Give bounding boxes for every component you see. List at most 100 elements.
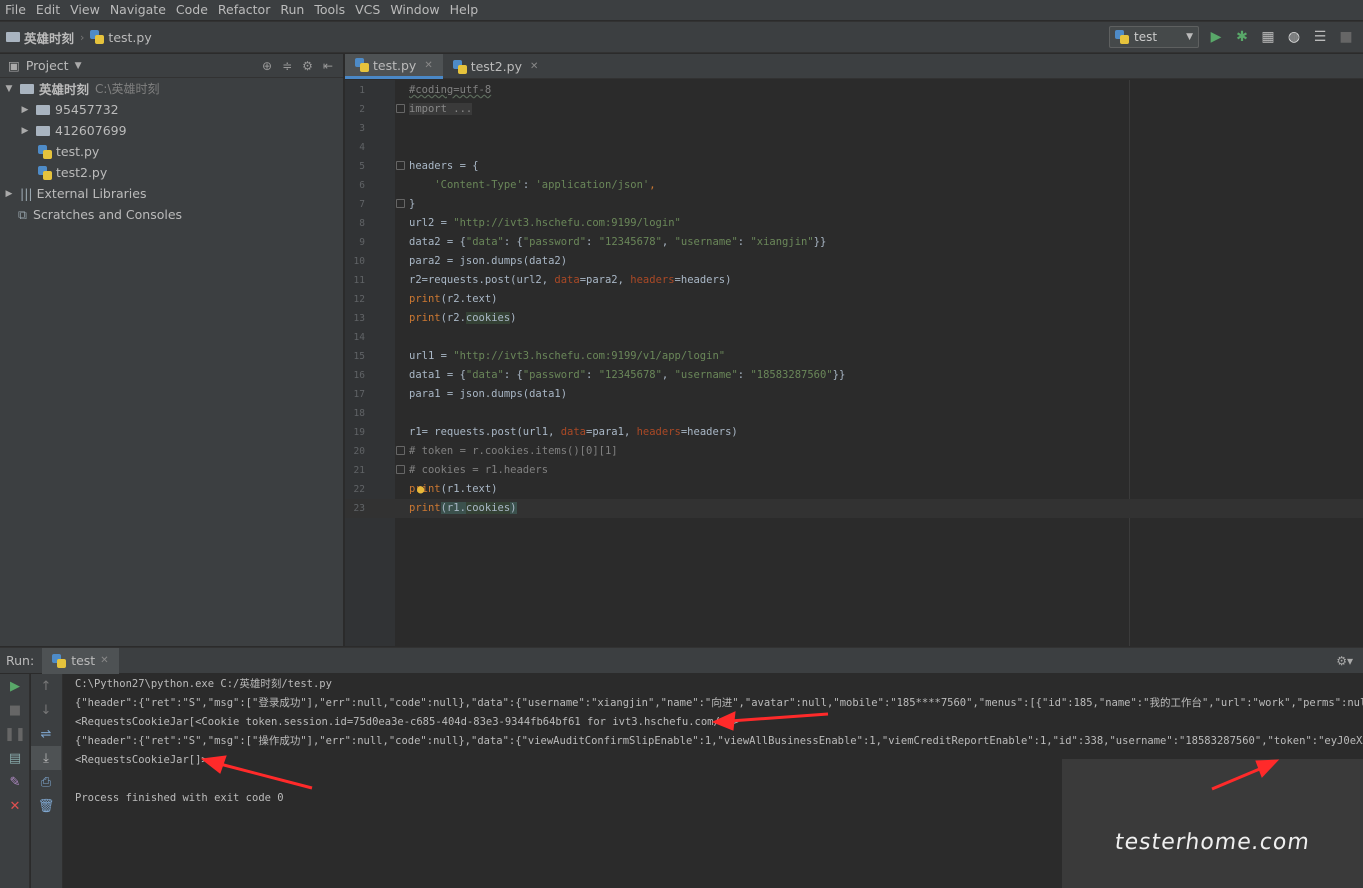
code-text: para1 = json.dumps(data1) — [409, 388, 568, 400]
run-tab-test[interactable]: test ✕ — [42, 647, 119, 674]
soft-wrap-icon[interactable]: ⇌ — [31, 722, 61, 746]
tree-item-folder[interactable]: ▶ 95457732 — [0, 99, 343, 120]
tree-item-scratches[interactable]: ⧉ Scratches and Consoles — [0, 204, 343, 225]
menu-code[interactable]: Code — [171, 0, 213, 20]
pause-icon[interactable]: ❚❚ — [0, 722, 30, 746]
code-token: , — [649, 179, 656, 191]
gear-icon[interactable]: ⚙ — [302, 59, 313, 73]
tree-item-external-libraries[interactable]: ▶ ||| External Libraries — [0, 183, 343, 204]
menu-run[interactable]: Run — [275, 0, 309, 20]
dump-threads-icon[interactable]: ▤ — [0, 746, 30, 770]
stop-icon[interactable]: ■ — [0, 698, 30, 722]
arrow-up-icon[interactable]: ↑ — [31, 674, 61, 698]
menu-help[interactable]: Help — [445, 0, 484, 20]
python-file-icon — [52, 653, 67, 668]
code-line: 21 # cookies = r1.headers — [345, 461, 1363, 480]
clear-all-icon[interactable]: 🗑 — [31, 794, 61, 818]
code-line: 15 url1 = "http://ivt3.hschefu.com:9199/v… — [345, 347, 1363, 366]
code-line: 17 para1 = json.dumps(data1) — [345, 385, 1363, 404]
code-token: data1 = { — [409, 369, 466, 381]
menu-tools[interactable]: Tools — [309, 0, 350, 20]
close-icon[interactable]: ✕ — [530, 61, 538, 72]
code-token: url2 = — [409, 217, 454, 229]
fold-icon[interactable] — [396, 446, 405, 455]
line-number: 1 — [359, 85, 365, 96]
tab-test-py[interactable]: test.py ✕ — [345, 54, 443, 79]
concurrency-icon[interactable]: ☰ — [1311, 28, 1329, 46]
close-icon[interactable]: ✕ — [424, 60, 432, 71]
line-number: 8 — [359, 218, 365, 229]
scroll-to-end-icon[interactable]: ⤓ — [31, 746, 61, 770]
fold-icon[interactable] — [396, 199, 405, 208]
tab-label: test2.py — [470, 59, 522, 74]
breadcrumb-project-label: 英雄时刻 — [24, 30, 75, 46]
python-file-icon — [1115, 30, 1129, 44]
menu-window[interactable]: Window — [385, 0, 444, 20]
profile-icon[interactable]: ◍ — [1285, 28, 1303, 46]
tree-item-folder[interactable]: ▶ 412607699 — [0, 120, 343, 141]
menu-refactor[interactable]: Refactor — [213, 0, 275, 20]
tree-item-file[interactable]: test2.py — [0, 162, 343, 183]
coverage-icon[interactable]: ▦ — [1259, 28, 1277, 46]
project-view-icon: ▣ — [8, 58, 20, 73]
lightbulb-icon[interactable]: ● — [417, 480, 424, 499]
code-line: 8 url2 = "http://ivt3.hschefu.com:9199/lo… — [345, 214, 1363, 233]
run-panel-header: Run: test ✕ ⚙▾ — [0, 647, 1363, 674]
code-text: data2 = {"data": {"password": "12345678"… — [409, 233, 826, 252]
menu-navigate[interactable]: Navigate — [105, 0, 171, 20]
code-text: print(r2.text) — [409, 290, 498, 309]
code-editor[interactable]: 1 #coding=utf-8 2 import ... 3 4 5 headers … — [345, 80, 1363, 646]
run-toolbar-left: ▶ ■ ❚❚ ▤ ✎ ✕ — [0, 674, 30, 888]
menu-edit[interactable]: Edit — [31, 0, 65, 20]
code-token: : — [737, 236, 751, 248]
collapsed-arrow-icon[interactable]: ▶ — [18, 105, 32, 115]
arrow-down-icon[interactable]: ↓ — [31, 698, 61, 722]
keyword-argument: data — [554, 274, 580, 286]
rerun-icon[interactable]: ▶ — [0, 674, 30, 698]
code-token: : — [586, 369, 599, 381]
code-text: print(r2.cookies) — [409, 309, 517, 328]
close-icon[interactable]: ✕ — [0, 794, 30, 818]
folder-icon — [36, 125, 50, 136]
menu-vcs[interactable]: VCS — [350, 0, 385, 20]
menu-file[interactable]: File — [0, 0, 31, 20]
collapsed-arrow-icon[interactable]: ▶ — [2, 189, 16, 199]
code-text: } — [409, 198, 416, 210]
menu-view[interactable]: View — [65, 0, 105, 20]
breadcrumb-project[interactable]: 英雄时刻 — [0, 28, 80, 47]
collapse-icon[interactable]: ≑ — [282, 59, 292, 73]
chevron-down-icon[interactable]: ▼ — [75, 61, 82, 71]
pin-icon[interactable]: ✎ — [0, 770, 30, 794]
tab-test2-py[interactable]: test2.py ✕ — [443, 54, 549, 79]
hide-icon[interactable]: ⇤ — [323, 59, 333, 73]
keyword: print — [409, 502, 441, 514]
stop-icon[interactable]: ■ — [1337, 28, 1355, 46]
tree-root[interactable]: ▼ 英雄时刻 C:\英雄时刻 — [0, 78, 343, 99]
run-icon[interactable]: ▶ — [1207, 28, 1225, 46]
fold-icon[interactable] — [396, 161, 405, 170]
collapsed-arrow-icon[interactable]: ▶ — [18, 126, 32, 136]
line-number: 9 — [359, 237, 365, 248]
close-icon[interactable]: ✕ — [100, 655, 108, 666]
code-line: 1 #coding=utf-8 — [345, 81, 1363, 100]
string-literal: "username" — [674, 236, 738, 248]
debug-icon[interactable]: ✱ — [1233, 28, 1251, 46]
code-line: 9 data2 = {"data": {"password": "12345678… — [345, 233, 1363, 252]
fold-icon[interactable] — [396, 104, 405, 113]
tree-item-label: 95457732 — [55, 102, 119, 117]
print-icon[interactable]: ⎙ — [31, 770, 61, 794]
expand-arrow-icon[interactable]: ▼ — [2, 84, 16, 94]
folded-import[interactable]: import ... — [409, 103, 473, 115]
code-token: =para2, — [579, 274, 631, 286]
project-view-selector[interactable]: Project — [26, 58, 69, 73]
locate-icon[interactable]: ⊕ — [262, 59, 272, 73]
breadcrumb-file[interactable]: test.py — [84, 30, 157, 45]
code-token: (r1. — [440, 502, 466, 514]
tree-item-file[interactable]: test.py — [0, 141, 343, 162]
tree-root-path: C:\英雄时刻 — [95, 82, 160, 96]
tree-item-label: test2.py — [56, 165, 108, 180]
gear-icon[interactable]: ⚙▾ — [1336, 654, 1353, 668]
run-configuration-select[interactable]: test ▼ — [1109, 26, 1199, 48]
fold-icon[interactable] — [396, 465, 405, 474]
code-token: : — [737, 369, 751, 381]
